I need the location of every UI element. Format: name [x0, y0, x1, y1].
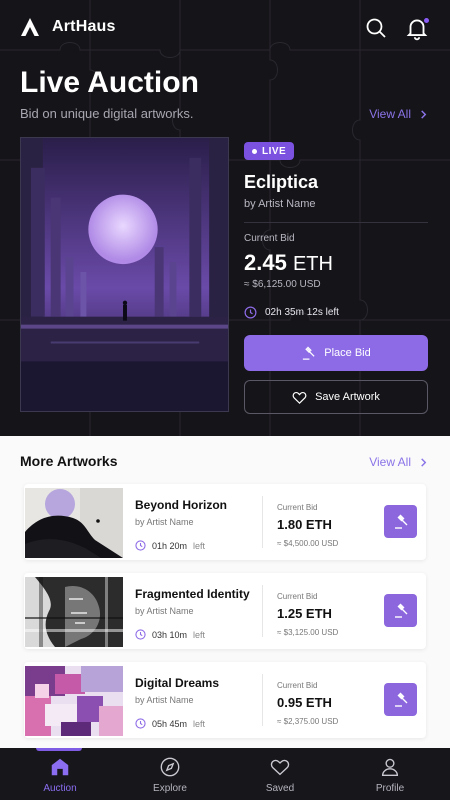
live-dot: [252, 148, 257, 154]
app-name: ArtHaus: [52, 18, 116, 35]
time-left: 02h 35m 12s left: [244, 306, 339, 319]
current-bid-eth: 0.95 ETH: [277, 695, 332, 710]
top-bar: ArtHaus: [0, 0, 450, 56]
artwork-thumbnail[interactable]: [25, 488, 123, 558]
live-badge-label: LIVE: [262, 145, 287, 157]
clock-icon: [135, 629, 146, 640]
featured-artwork-title[interactable]: Ecliptica: [244, 172, 318, 193]
view-all-more-link[interactable]: View All: [369, 455, 428, 469]
artwork-thumbnail[interactable]: [25, 577, 123, 647]
gavel-icon: [394, 514, 407, 529]
time-value: 01h 20m: [152, 540, 188, 551]
more-artworks-section: More Artworks View All Beyond Horizon by…: [0, 436, 450, 748]
current-bid-label: Current Bid: [277, 592, 318, 601]
gavel-icon: [303, 346, 315, 360]
artwork-artist[interactable]: by Artist Name: [135, 606, 194, 616]
current-bid-label: Current Bid: [244, 233, 295, 244]
nav-item-saved[interactable]: Saved: [224, 748, 336, 800]
current-bid-eth: 1.25 ETH: [277, 606, 332, 621]
user-icon: [381, 758, 399, 776]
hero-section: ArtHaus Live Auction Bid on unique digit…: [0, 0, 450, 436]
divider: [244, 222, 428, 223]
artwork-title[interactable]: Digital Dreams: [135, 676, 219, 690]
artwork-time-left: 03h 10m left: [135, 629, 205, 640]
page-title: Live Auction: [20, 66, 199, 99]
artwork-time-left: 05h 45m left: [135, 718, 205, 729]
current-bid-label: Current Bid: [277, 503, 318, 512]
artwork-artist[interactable]: by Artist Name: [135, 517, 194, 527]
current-bid-usd: ≈ $2,375.00 USD: [277, 717, 339, 726]
save-artwork-label: Save Artwork: [315, 391, 380, 403]
place-bid-button[interactable]: [384, 505, 417, 538]
clock-icon: [135, 540, 146, 551]
divider: [262, 496, 263, 548]
view-all-label: View All: [369, 107, 411, 121]
artwork-card[interactable]: Digital Dreams by Artist Name 05h 45m le…: [24, 662, 426, 738]
nav-label-auction: Auction: [43, 783, 77, 794]
search-icon[interactable]: [364, 16, 388, 40]
time-value: 03h 10m: [152, 629, 188, 640]
page-subtitle: Bid on unique digital artworks.: [20, 106, 194, 121]
time-left-text: 02h 35m 12s left: [265, 307, 339, 318]
gavel-icon: [394, 692, 407, 707]
notification-dot: [423, 17, 430, 24]
nav-item-explore[interactable]: Explore: [114, 748, 226, 800]
time-suffix: left: [193, 540, 206, 551]
bottom-navigation: Auction Explore Saved Profile: [0, 748, 450, 800]
bid-amount-unit: ETH: [292, 253, 333, 275]
nav-item-auction[interactable]: Auction: [4, 748, 116, 800]
place-bid-button[interactable]: [384, 594, 417, 627]
divider: [262, 674, 263, 726]
featured-artist-name[interactable]: by Artist Name: [244, 198, 316, 210]
divider: [262, 585, 263, 637]
clock-icon: [135, 718, 146, 729]
artwork-title[interactable]: Beyond Horizon: [135, 498, 227, 512]
time-value: 05h 45m: [152, 718, 188, 729]
place-bid-button[interactable]: Place Bid: [244, 335, 428, 371]
current-bid-usd: ≈ $4,500.00 USD: [277, 539, 339, 548]
view-all-label: View All: [369, 455, 411, 469]
artwork-card[interactable]: Fragmented Identity by Artist Name 03h 1…: [24, 573, 426, 649]
section-title: More Artworks: [20, 453, 118, 469]
live-badge: LIVE: [244, 142, 295, 160]
artwork-card[interactable]: Beyond Horizon by Artist Name 01h 20m le…: [24, 484, 426, 560]
heart-icon: [270, 759, 290, 776]
bid-amount-value: 2.45: [244, 250, 287, 275]
place-bid-label: Place Bid: [324, 347, 371, 359]
chevron-right-icon: [421, 109, 427, 119]
time-suffix: left: [193, 629, 206, 640]
compass-icon: [160, 757, 180, 777]
heart-icon: [292, 391, 307, 404]
artwork-title[interactable]: Fragmented Identity: [135, 587, 250, 601]
chevron-right-icon: [421, 457, 427, 467]
current-bid-usd: ≈ $3,125.00 USD: [277, 628, 339, 637]
gavel-icon: [394, 603, 407, 618]
clock-icon: [244, 306, 257, 319]
nav-label-explore: Explore: [153, 783, 187, 794]
artwork-thumbnail[interactable]: [25, 666, 123, 736]
home-icon: [51, 758, 69, 776]
current-bid-usd: ≈ $6,125.00 USD: [244, 279, 321, 290]
view-all-live-link[interactable]: View All: [369, 107, 428, 121]
place-bid-button[interactable]: [384, 683, 417, 716]
current-bid-label: Current Bid: [277, 681, 318, 690]
current-bid-eth: 1.80 ETH: [277, 517, 332, 532]
artwork-time-left: 01h 20m left: [135, 540, 205, 551]
artwork-artist[interactable]: by Artist Name: [135, 695, 194, 705]
save-artwork-button[interactable]: Save Artwork: [244, 380, 428, 414]
featured-artwork-image[interactable]: [20, 137, 229, 412]
nav-item-profile[interactable]: Profile: [334, 748, 446, 800]
time-suffix: left: [193, 718, 206, 729]
current-bid-amount: 2.45 ETH: [244, 250, 333, 276]
arthaus-logo-icon[interactable]: [20, 17, 40, 37]
nav-label-profile: Profile: [375, 783, 405, 794]
nav-label-saved: Saved: [265, 783, 295, 794]
